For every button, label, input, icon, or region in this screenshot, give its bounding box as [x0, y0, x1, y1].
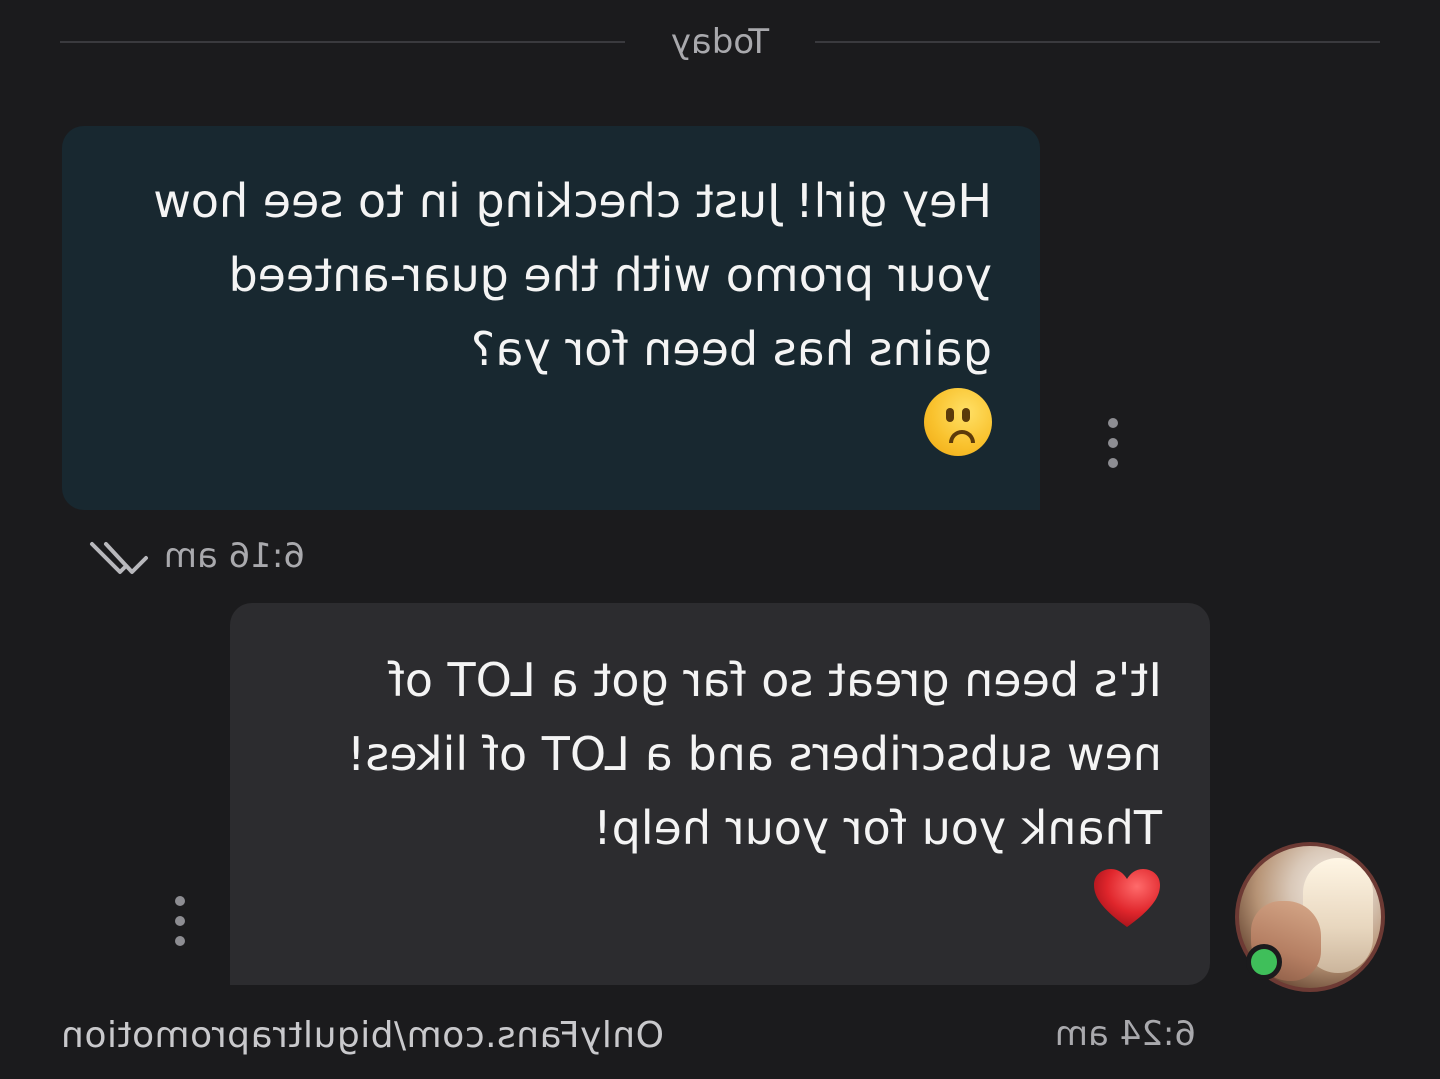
message-text: Hey girl! Just checking in to see how yo…	[153, 174, 992, 376]
online-status-dot	[1246, 944, 1282, 980]
message-bubble-sent[interactable]: Hey girl! Just checking in to see how yo…	[62, 126, 1040, 510]
upside-down-face-icon	[924, 388, 992, 456]
message-text: It's been great so far got a LOT of new …	[346, 653, 1162, 855]
divider-line	[815, 41, 1380, 43]
divider-line	[60, 41, 625, 43]
more-options-icon[interactable]	[173, 896, 187, 946]
message-bubble-received[interactable]: It's been great so far got a LOT of new …	[230, 603, 1210, 985]
message-timestamp: 6:24 am	[1054, 1014, 1196, 1054]
message-timestamp: 6:16 am	[163, 536, 305, 576]
more-options-icon[interactable]	[1106, 418, 1120, 468]
date-divider-label: Today	[670, 22, 770, 62]
date-divider: Today	[60, 20, 1380, 64]
watermark: OnlyFans.com/bigultrapromotion	[60, 1015, 664, 1056]
chat-screen: Today Hey girl! Just checking in to see …	[0, 0, 1440, 1079]
double-check-icon	[90, 542, 148, 574]
red-heart-icon	[1094, 869, 1160, 927]
